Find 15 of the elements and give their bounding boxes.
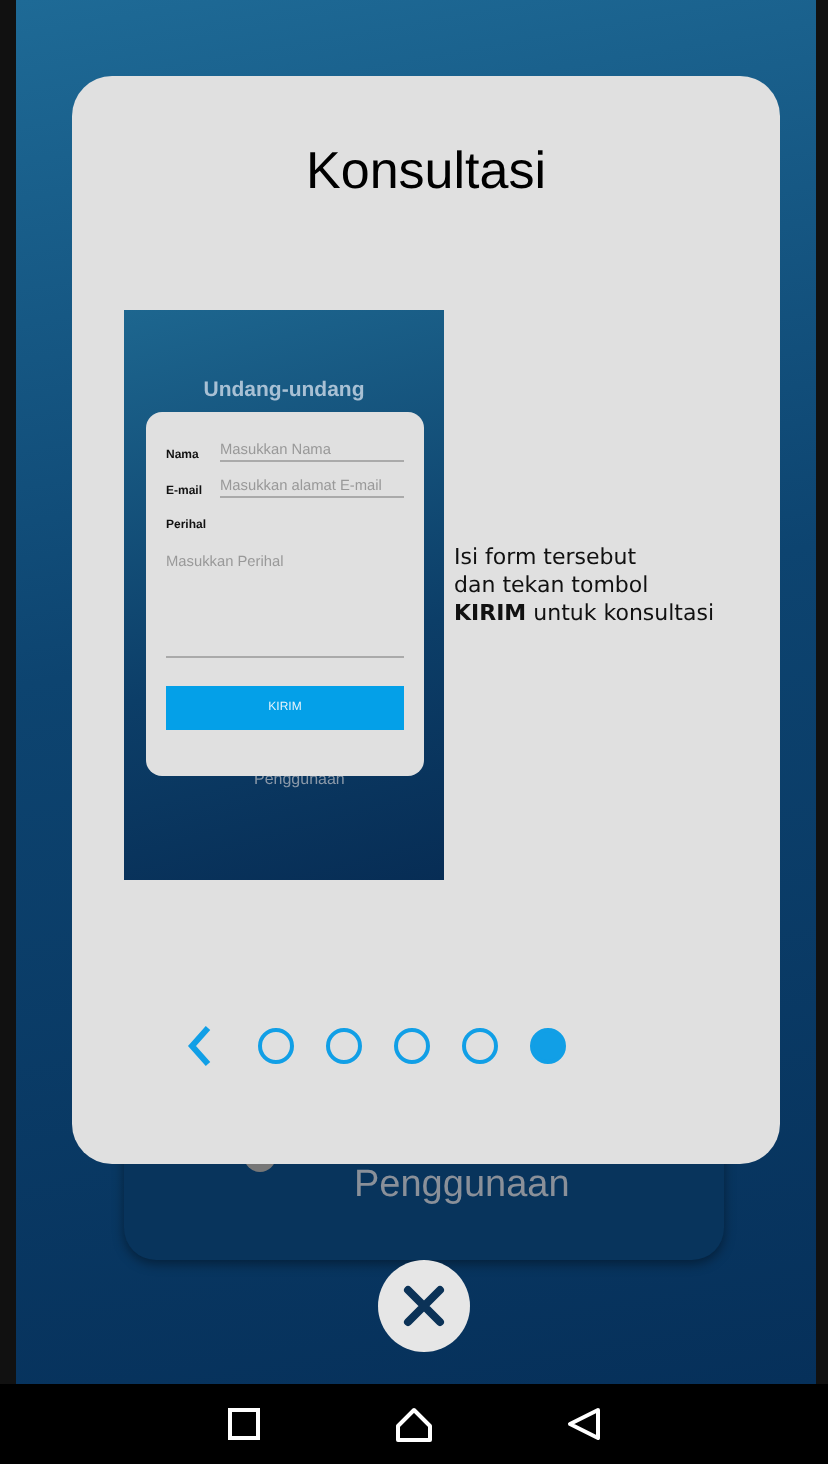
card-label: Penggunaan: [354, 1164, 570, 1208]
home-icon[interactable]: [394, 1406, 434, 1442]
page-dot[interactable]: [530, 1028, 566, 1064]
close-button[interactable]: [378, 1260, 470, 1352]
preview-label: Penggunaan: [254, 770, 345, 788]
page-dot[interactable]: [462, 1028, 498, 1064]
recent-apps-icon[interactable]: [226, 1406, 262, 1442]
preview-heading: Undang-undang: [201, 378, 367, 402]
back-icon[interactable]: [566, 1406, 602, 1442]
instruction-text: Isi form tersebut dan tekan tombol KIRIM untuk konsultasi: [454, 543, 715, 627]
close-icon: [402, 1284, 446, 1328]
page-dot[interactable]: [326, 1028, 362, 1064]
page-dot[interactable]: [258, 1028, 294, 1064]
dialog-title: Konsultasi: [304, 140, 548, 202]
page-dot[interactable]: [394, 1028, 430, 1064]
